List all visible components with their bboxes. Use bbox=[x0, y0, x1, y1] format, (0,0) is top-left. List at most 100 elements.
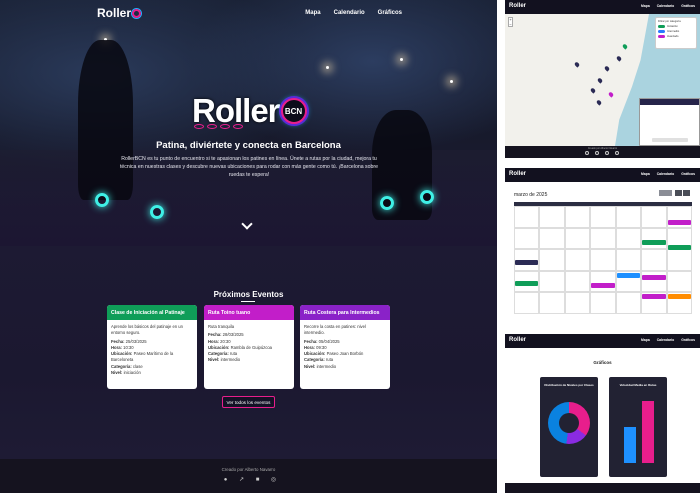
title-underline bbox=[241, 301, 255, 302]
top-navbar: Roller Mapa Calendario Gráficos bbox=[0, 0, 497, 28]
hero-tagline: Patina, diviértete y conecta en Barcelon… bbox=[156, 140, 341, 151]
donut-chart bbox=[548, 402, 590, 444]
calendar-day-cell[interactable] bbox=[564, 227, 591, 250]
map-marker[interactable] bbox=[615, 55, 623, 62]
fecha-label: Fecha: bbox=[111, 338, 125, 344]
map-page-thumbnail[interactable]: Roller Mapa Calendario Gráficos + − Filtr… bbox=[505, 0, 700, 158]
nav-link-calendario[interactable]: Calendario bbox=[334, 10, 365, 16]
calendar-event[interactable] bbox=[616, 272, 641, 278]
hero-logo-badge: BCN bbox=[280, 98, 307, 124]
view-all-events-button[interactable]: Ver todos los eventos bbox=[222, 396, 275, 408]
calendar-event[interactable] bbox=[642, 240, 666, 246]
globe-icon[interactable]: ◎ bbox=[270, 476, 277, 483]
categoria-value: ruta bbox=[229, 351, 238, 357]
calendar-day-cell[interactable] bbox=[564, 206, 591, 228]
event-card-body: Recorre la costa en patines: nivel inter… bbox=[300, 320, 390, 374]
calendar-event[interactable] bbox=[667, 244, 691, 250]
calendar-day-cell[interactable] bbox=[539, 292, 565, 314]
nav-logo[interactable]: Roller bbox=[97, 6, 142, 20]
calendar-event[interactable] bbox=[642, 294, 666, 300]
charts-page-thumbnail[interactable]: Roller Mapa Calendario Gráficos Gráficos… bbox=[505, 334, 700, 493]
map-view: + − Filtrar por categoría Iniciación Inte… bbox=[505, 14, 700, 146]
event-card[interactable]: Clase de Iniciación al Patinaje Aprende … bbox=[107, 305, 197, 389]
donut-chart-panel: Distribución de Niveles por Clases bbox=[540, 377, 598, 477]
calendar-day-cell[interactable] bbox=[564, 292, 591, 314]
thumb-nav-graficos: Gráficos bbox=[681, 338, 695, 342]
map-marker[interactable] bbox=[573, 61, 581, 68]
legend-row: Iniciación bbox=[658, 25, 694, 28]
calendar-day-cell[interactable] bbox=[514, 292, 540, 314]
thumb-nav-links: Mapa Calendario Gráficos bbox=[641, 338, 695, 342]
map-marker[interactable] bbox=[607, 91, 615, 98]
calendar-day-cell[interactable] bbox=[514, 206, 540, 228]
external-link-icon[interactable]: ↗ bbox=[238, 476, 245, 483]
calendar-day-cell[interactable] bbox=[615, 292, 642, 314]
categoria-label: Categoría: bbox=[304, 357, 325, 363]
calendar-day-cell[interactable] bbox=[641, 227, 667, 250]
hora-value: 09:30 bbox=[316, 344, 327, 350]
calendar-day-cell[interactable] bbox=[615, 206, 642, 228]
calendar-day-cell[interactable] bbox=[539, 249, 565, 271]
thumb-nav-links: Mapa Calendario Gráficos bbox=[641, 4, 695, 8]
github-icon[interactable]: ● bbox=[222, 476, 229, 483]
calendar-day-cell[interactable] bbox=[615, 249, 642, 271]
calendar-page-thumbnail[interactable]: Roller Mapa Calendario Gráficos marzo de… bbox=[505, 168, 700, 328]
event-desc: Aprende los básicos del patinaje en un e… bbox=[111, 324, 183, 336]
calendar-day-cell[interactable] bbox=[590, 206, 616, 228]
nav-link-mapa[interactable]: Mapa bbox=[305, 10, 320, 16]
calendar-day-cell[interactable] bbox=[539, 227, 565, 250]
calendar-day-cell[interactable] bbox=[666, 249, 692, 271]
footer-credit: Creado por Alberto Navarro bbox=[221, 467, 276, 472]
ubicacion-label: Ubicación: bbox=[304, 351, 326, 357]
nivel-label: Nivel: bbox=[304, 363, 316, 369]
calendar-day-cell[interactable] bbox=[615, 227, 642, 250]
thumb-nav-graficos: Gráficos bbox=[681, 172, 695, 176]
street-light bbox=[450, 80, 453, 83]
map-marker[interactable] bbox=[589, 87, 597, 94]
calendar-day-cell[interactable] bbox=[539, 270, 565, 293]
popup-button[interactable] bbox=[652, 138, 688, 142]
nav-logo-text: Roller bbox=[97, 6, 132, 20]
calendar-day-cell[interactable] bbox=[590, 292, 616, 314]
event-card[interactable]: Ruta Costera para Intermedios Recorre la… bbox=[300, 305, 390, 389]
hero-section: Roller BCN Patina, diviértete y conecta … bbox=[0, 0, 497, 246]
calendar-day-cell[interactable] bbox=[564, 270, 591, 293]
calendar-day-cell[interactable] bbox=[666, 270, 692, 293]
calendar-day-cell[interactable] bbox=[564, 249, 591, 271]
calendar-event[interactable] bbox=[642, 274, 666, 280]
hero-description: RollerBCN es tu punto de encuentro si te… bbox=[119, 156, 379, 178]
event-card[interactable]: Ruta Toino tuano Ruta tranquila Fecha: 2… bbox=[204, 305, 294, 389]
nivel-value: intermedio bbox=[316, 363, 337, 369]
map-marker[interactable] bbox=[621, 43, 629, 50]
calendar-event[interactable] bbox=[591, 283, 615, 289]
bar-chart-title: Velocidad Media en Rutas bbox=[619, 383, 657, 387]
calendar-event[interactable] bbox=[667, 294, 691, 300]
map-marker[interactable] bbox=[596, 77, 604, 84]
thumb-footer-credit: Creado por Alberto Navarro bbox=[587, 147, 618, 150]
calendar-day-cell[interactable] bbox=[590, 270, 616, 293]
map-marker[interactable] bbox=[595, 99, 603, 106]
calendar-event[interactable] bbox=[667, 219, 691, 225]
street-light bbox=[400, 58, 403, 61]
thumb-nav-calendario: Calendario bbox=[656, 4, 675, 8]
calendar-day-cell[interactable] bbox=[514, 227, 540, 250]
thumb-footer bbox=[505, 483, 700, 493]
calendar-day-cell[interactable] bbox=[590, 249, 616, 271]
calendar-day-cell[interactable] bbox=[539, 206, 565, 228]
thumb-navbar: Roller Mapa Calendario Gráficos bbox=[505, 168, 700, 182]
map-marker[interactable] bbox=[603, 65, 611, 72]
calendar-day-cell[interactable] bbox=[590, 227, 616, 250]
calendar-day-cell[interactable] bbox=[641, 206, 667, 228]
event-card-body: Ruta tranquila Fecha: 28/03/2025 Hora: 2… bbox=[204, 320, 294, 368]
fecha-label: Fecha: bbox=[304, 338, 318, 344]
bar-chart-panel: Velocidad Media en Rutas bbox=[609, 377, 667, 477]
fecha-value: 05/04/2025 bbox=[318, 338, 340, 344]
linkedin-icon[interactable]: ■ bbox=[254, 476, 261, 483]
zoom-control[interactable]: + − bbox=[508, 17, 513, 27]
nav-link-graficos[interactable]: Gráficos bbox=[378, 10, 402, 16]
calendar-day-cell[interactable] bbox=[641, 249, 667, 271]
calendar-event[interactable] bbox=[515, 281, 539, 287]
calendar-nav-buttons[interactable] bbox=[659, 190, 690, 196]
legend-label: Avanzado bbox=[667, 35, 679, 38]
calendar-event[interactable] bbox=[515, 259, 539, 265]
